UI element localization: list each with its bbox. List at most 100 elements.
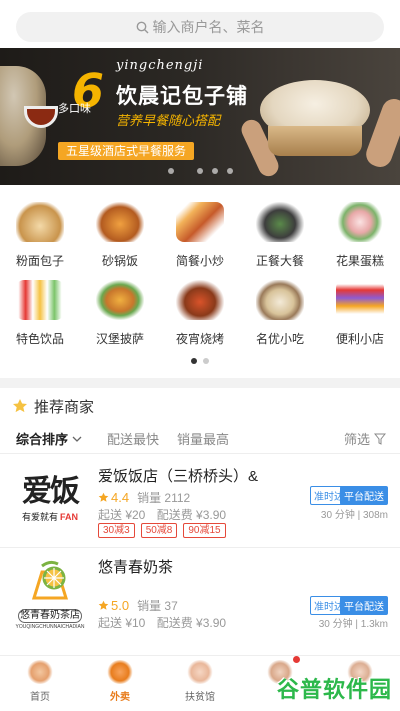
takeout-icon [107, 660, 133, 684]
delivery-fee: 配送费 ¥3.90 [156, 616, 227, 630]
home-icon [27, 660, 53, 684]
category-label: 简餐小炒 [175, 254, 224, 268]
shop-name: 悠青春奶茶 [98, 559, 174, 576]
promo-banner[interactable]: 6 多口味 yingchengji 饮晨记包子铺 营养早餐随心搭配 五星级酒店式… [0, 48, 400, 185]
shop-fees: 起送 ¥20 配送费 ¥3.90 [98, 506, 234, 523]
shop-rating: 4.4 销量 2112 [98, 489, 190, 506]
category-label: 花果蛋糕 [335, 254, 384, 268]
watermark-text: 谷普软件园 [276, 677, 392, 702]
category-item[interactable]: 夜宵烧烤 [160, 272, 240, 350]
shop-name: 爱饭饭店（三桥桥头）& [98, 468, 259, 485]
category-item[interactable]: 粉面包子 [0, 194, 80, 272]
filter-label: 筛选 [343, 432, 370, 447]
pager-dot[interactable] [196, 168, 203, 174]
promo-badge: 50减8 [140, 523, 178, 538]
shop-logo-sub: 有爱就有 [21, 512, 58, 522]
section-divider [0, 378, 400, 388]
category-pager [0, 358, 400, 364]
tab-poverty-aid[interactable]: 扶贫馆 [160, 656, 240, 711]
watermark: 谷普软件园 [277, 672, 392, 704]
banner-slogan: 营养早餐随心搭配 [116, 113, 221, 128]
category-item[interactable]: 汉堡披萨 [80, 272, 160, 350]
category-item[interactable]: 特色饮品 [0, 272, 80, 350]
banner-pinyin: yingchengji [116, 58, 204, 73]
banner-shop-name: 饮晨记包子铺 [116, 85, 248, 108]
shop-card[interactable]: 爱饭 有爱就有 FAN 爱饭饭店（三桥桥头）& 4.4 销量 2112 准时达 平… [0, 456, 400, 552]
category-item[interactable]: 名优小吃 [240, 272, 320, 350]
shop-fees: 起送 ¥10 配送费 ¥3.90 [98, 614, 234, 631]
category-label: 特色饮品 [15, 332, 64, 346]
filter-button[interactable]: 筛选 [344, 429, 386, 448]
shop-logo: 悠青春奶茶店 YOUQINGCHUNNAICHADIAN [12, 558, 88, 630]
recommend-header: 推荐商家 [0, 388, 400, 424]
drinks-icon [16, 280, 64, 320]
noodle-bun-icon [16, 202, 64, 242]
shop-meta: 30 分钟 | 1.3km [318, 619, 388, 630]
shop-card[interactable]: 悠青春奶茶店 YOUQINGCHUNNAICHADIAN 悠青春奶茶 5.0 销… [0, 550, 400, 646]
pager-dot[interactable] [226, 168, 233, 174]
delivery-fee: 配送费 ¥3.90 [156, 508, 227, 522]
category-grid: 粉面包子 砂锅饭 简餐小炒 正餐大餐 花果蛋糕 特色饮品 汉堡披萨 夜宵烧烤 名… [0, 194, 400, 354]
shop-logo-text: 悠青春奶茶店 [18, 609, 82, 623]
shop-score: 5.0 [111, 598, 130, 613]
platform-delivery-badge: 平台配送 [340, 486, 388, 505]
category-item[interactable]: 砂锅饭 [80, 194, 160, 272]
min-order: 起送 ¥20 [98, 508, 146, 522]
pager-dot[interactable] [191, 358, 197, 364]
category-label: 汉堡披萨 [95, 332, 144, 346]
banner-service: 五星级酒店式早餐服务 [58, 142, 195, 160]
search-input[interactable]: 输入商户名、菜名 [16, 12, 384, 42]
shop-logo-sub: YOUQINGCHUNNAICHADIAN [15, 624, 85, 630]
tab-label: 扶贫馆 [185, 692, 215, 703]
filter-icon [374, 433, 386, 445]
star-icon [13, 399, 27, 413]
sort-top-sales[interactable]: 销量最高 [177, 429, 229, 448]
banner-pager [0, 168, 400, 174]
shop-score: 4.4 [111, 490, 130, 505]
shop-rating: 5.0 销量 37 [98, 597, 178, 614]
search-bar: 输入商户名、菜名 [0, 0, 400, 48]
cake-icon [336, 202, 384, 242]
bbq-icon [176, 280, 224, 320]
shop-sales: 销量 2112 [137, 491, 191, 505]
sort-fastest[interactable]: 配送最快 [107, 429, 159, 448]
category-item[interactable]: 简餐小炒 [160, 194, 240, 272]
pager-dot[interactable] [167, 168, 174, 174]
tab-takeout[interactable]: 外卖 [80, 656, 160, 711]
poverty-aid-icon [187, 660, 213, 684]
shop-logo-text: 爱饭 [22, 474, 80, 509]
banner-number-caption: 多口味 [58, 103, 91, 115]
category-item[interactable]: 正餐大餐 [240, 194, 320, 272]
pager-dot[interactable] [211, 168, 218, 174]
pager-dot[interactable] [203, 358, 209, 364]
burger-icon [96, 280, 144, 320]
sort-default[interactable]: 综合排序 [16, 429, 83, 448]
sort-bar: 综合排序 配送最快 销量最高 筛选 [0, 424, 400, 454]
notification-dot [293, 656, 300, 663]
min-order: 起送 ¥10 [98, 616, 146, 630]
feast-icon [256, 202, 304, 242]
stir-fry-icon [176, 202, 224, 242]
recommend-title: 推荐商家 [34, 398, 95, 416]
shop-meta: 30 分钟 | 308m [320, 510, 388, 521]
row-divider [0, 547, 400, 548]
snack-icon [256, 280, 304, 320]
search-placeholder: 输入商户名、菜名 [152, 19, 265, 35]
tab-home[interactable]: 首页 [0, 656, 80, 711]
category-item[interactable]: 花果蛋糕 [320, 194, 400, 272]
sort-default-label: 综合排序 [16, 432, 69, 447]
category-item[interactable]: 便利小店 [320, 272, 400, 350]
star-icon [98, 492, 109, 502]
category-label: 砂锅饭 [101, 254, 138, 268]
tab-label: 外卖 [110, 692, 130, 703]
shop-logo-fan: FAN [60, 512, 78, 522]
promo-badge: 90减15 [183, 523, 226, 538]
star-icon [98, 600, 109, 610]
tab-label: 首页 [30, 692, 50, 703]
search-icon [136, 21, 148, 33]
category-label: 名优小吃 [255, 332, 304, 346]
category-label: 便利小店 [335, 332, 384, 346]
steamer-basket-image [268, 126, 362, 156]
chevron-down-icon [72, 436, 82, 442]
promo-list: 30减3 50减8 90减15 [98, 523, 226, 538]
